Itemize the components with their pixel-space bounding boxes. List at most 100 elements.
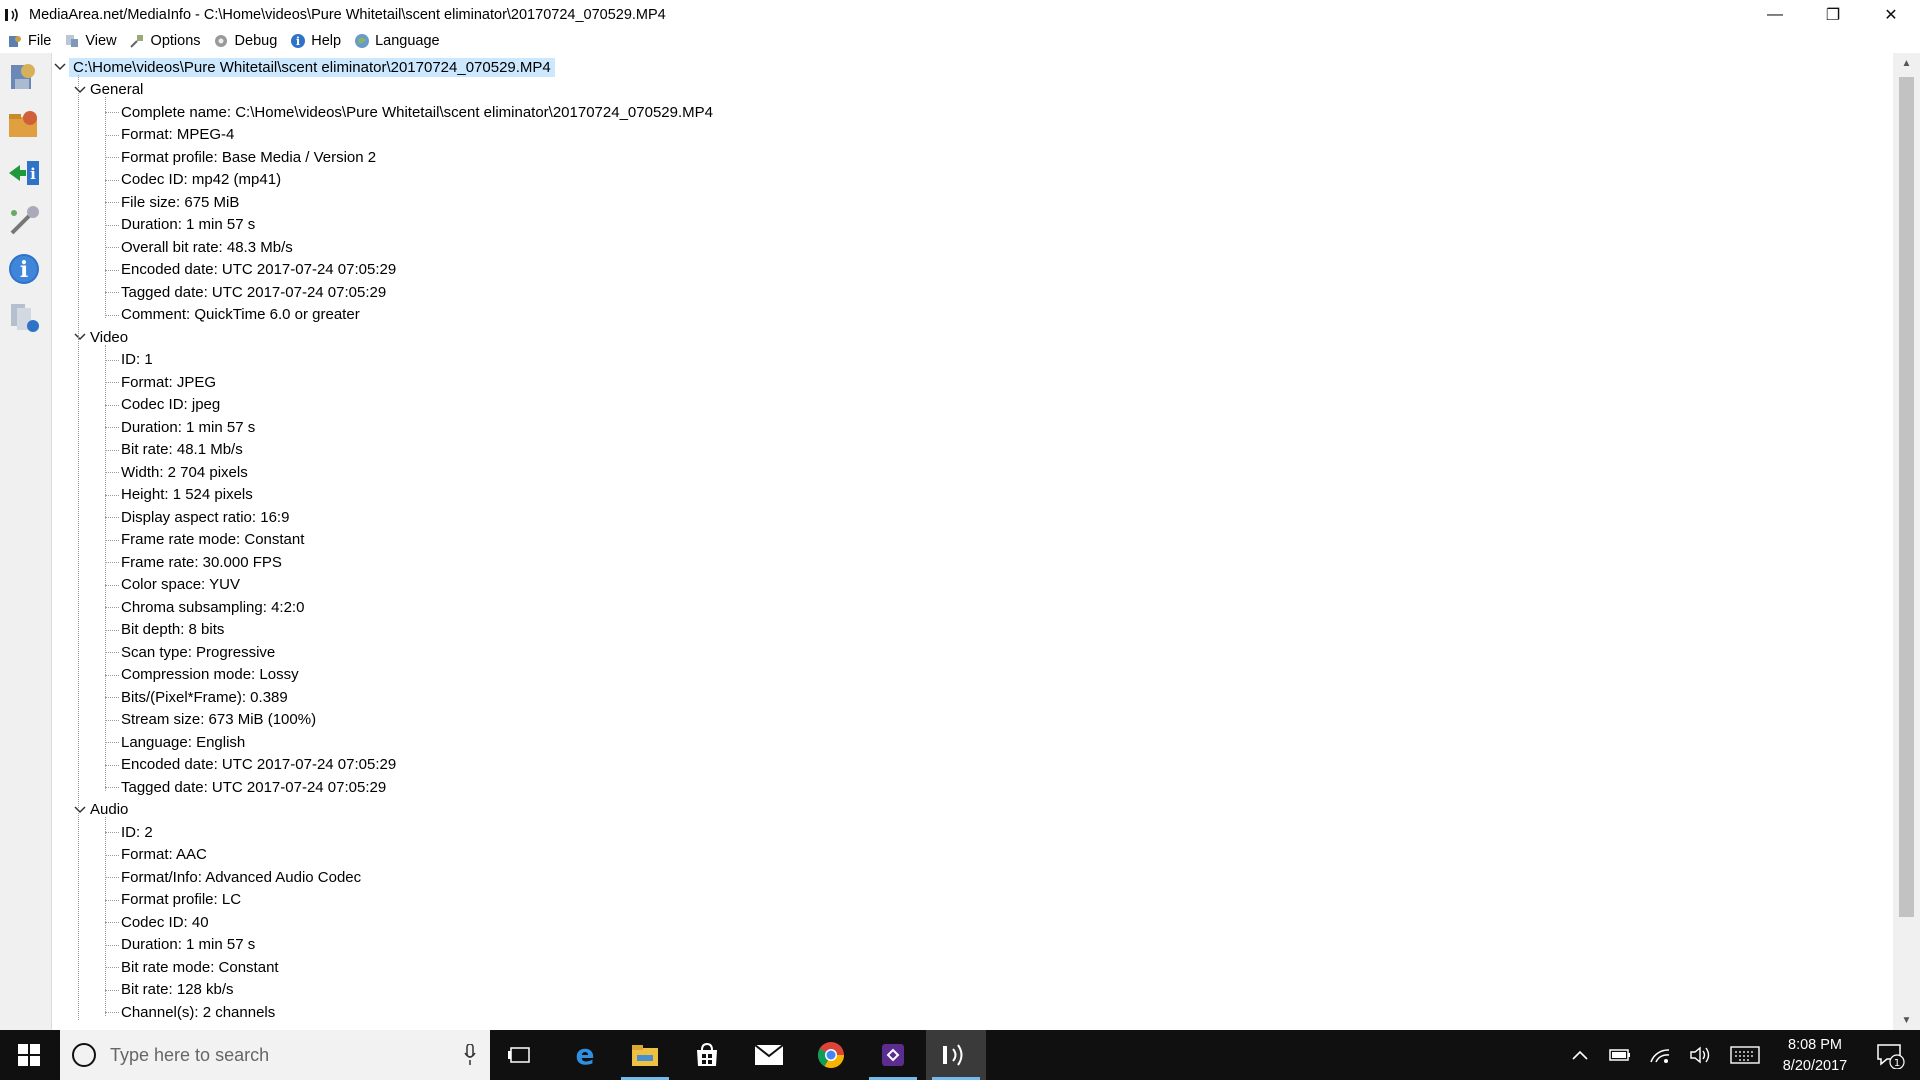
close-button[interactable]: ✕: [1862, 0, 1920, 29]
property-text: Duration: 1 min 57 s: [121, 936, 256, 953]
taskbar-search-box[interactable]: Type here to search: [60, 1030, 490, 1080]
property-row[interactable]: Width: 2 704 pixels: [121, 461, 248, 483]
menu-file[interactable]: File: [6, 33, 51, 50]
property-row[interactable]: Frame rate: 30.000 FPS: [121, 551, 282, 573]
start-button[interactable]: [0, 1030, 58, 1080]
property-text: Format: JPEG: [121, 373, 217, 391]
task-view-icon[interactable]: [490, 1030, 550, 1080]
property-row[interactable]: Codec ID: mp42 (mp41): [121, 169, 281, 191]
visual-studio-icon[interactable]: [863, 1030, 923, 1080]
preferences-tool-icon[interactable]: [4, 201, 44, 241]
minimize-button[interactable]: —: [1746, 0, 1804, 29]
export-tool-icon[interactable]: i: [4, 153, 44, 193]
tree-root-file[interactable]: C:\Home\videos\Pure Whitetail\scent elim…: [69, 56, 555, 78]
tree-connector: [105, 112, 119, 113]
property-text: Frame rate: 30.000 FPS: [121, 553, 282, 571]
property-row[interactable]: Compression mode: Lossy: [121, 664, 299, 686]
vertical-scrollbar[interactable]: ▲ ▼: [1893, 53, 1920, 1030]
property-row[interactable]: Bit rate: 128 kb/s: [121, 979, 234, 1001]
section-general[interactable]: General: [90, 79, 143, 101]
menu-debug[interactable]: Debug: [213, 33, 277, 50]
property-row[interactable]: Frame rate mode: Constant: [121, 529, 304, 551]
property-row[interactable]: Encoded date: UTC 2017-07-24 07:05:29: [121, 754, 396, 776]
property-row[interactable]: Duration: 1 min 57 s: [121, 416, 255, 438]
open-file-tool-icon[interactable]: [4, 57, 44, 97]
property-row[interactable]: Format: AAC: [121, 844, 207, 866]
property-row[interactable]: Codec ID: 40: [121, 911, 209, 933]
property-text: Bit rate: 48.1 Mb/s: [121, 441, 243, 458]
chrome-icon[interactable]: [801, 1030, 861, 1080]
property-row[interactable]: Channel(s): 2 channels: [121, 1001, 275, 1023]
taskbar-clock[interactable]: 8:08 PM 8/20/2017: [1765, 1035, 1865, 1077]
property-row[interactable]: Codec ID: jpeg: [121, 394, 220, 416]
property-row[interactable]: Format: MPEG-4: [121, 124, 234, 146]
action-center-icon[interactable]: 1: [1866, 1030, 1914, 1080]
mail-icon[interactable]: [739, 1030, 799, 1080]
property-row[interactable]: Complete name: C:\Home\videos\Pure White…: [121, 101, 713, 123]
tree-connector: [105, 404, 119, 406]
battery-icon[interactable]: [1604, 1030, 1636, 1080]
property-row[interactable]: Duration: 1 min 57 s: [121, 934, 255, 956]
property-row[interactable]: Chroma subsampling: 4:2:0: [121, 596, 304, 618]
property-row[interactable]: Format profile: LC: [121, 889, 241, 911]
microphone-icon[interactable]: [464, 1044, 476, 1066]
wifi-icon[interactable]: [1644, 1030, 1676, 1080]
options-icon: [129, 33, 146, 50]
property-row[interactable]: Stream size: 673 MiB (100%): [121, 709, 316, 731]
file-explorer-icon[interactable]: [615, 1030, 675, 1080]
edge-browser-icon[interactable]: e: [555, 1030, 615, 1080]
menu-help[interactable]: i Help: [289, 33, 341, 50]
volume-icon[interactable]: [1684, 1030, 1716, 1080]
property-row[interactable]: Tagged date: UTC 2017-07-24 07:05:29: [121, 776, 386, 798]
scroll-down-arrow-icon[interactable]: ▼: [1893, 1010, 1920, 1030]
tree-connector: [105, 674, 119, 676]
menu-language[interactable]: Language: [353, 33, 440, 50]
property-row[interactable]: Bit rate mode: Constant: [121, 956, 279, 978]
property-row[interactable]: Format: JPEG: [121, 371, 216, 393]
property-row[interactable]: Bits/(Pixel*Frame): 0.389: [121, 686, 288, 708]
tree-connector: [105, 629, 119, 631]
section-general-chevron-icon[interactable]: [73, 83, 87, 97]
property-row[interactable]: Encoded date: UTC 2017-07-24 07:05:29: [121, 259, 396, 281]
property-row[interactable]: Bit rate: 48.1 Mb/s: [121, 439, 243, 461]
property-row[interactable]: Overall bit rate: 48.3 Mb/s: [121, 236, 293, 258]
property-row[interactable]: Scan type: Progressive: [121, 641, 275, 663]
touch-keyboard-icon[interactable]: [1726, 1030, 1764, 1080]
property-row[interactable]: Display aspect ratio: 16:9: [121, 506, 289, 528]
section-video[interactable]: Video: [90, 326, 128, 348]
property-row[interactable]: Color space: YUV: [121, 574, 240, 596]
property-row[interactable]: Height: 1 524 pixels: [121, 484, 253, 506]
section-video-chevron-icon[interactable]: [73, 330, 87, 344]
info-tree-view[interactable]: C:\Home\videos\Pure Whitetail\scent elim…: [53, 53, 1893, 1030]
tree-connector: [105, 787, 119, 788]
store-icon[interactable]: [677, 1030, 737, 1080]
property-row[interactable]: Format profile: Base Media / Version 2: [121, 146, 376, 168]
property-text: Codec ID: mp42 (mp41): [121, 171, 282, 188]
property-row[interactable]: Tagged date: UTC 2017-07-24 07:05:29: [121, 281, 386, 303]
tree-connector: [105, 224, 119, 226]
property-row[interactable]: Duration: 1 min 57 s: [121, 214, 255, 236]
property-row[interactable]: Bit depth: 8 bits: [121, 619, 224, 641]
property-text: Bits/(Pixel*Frame): 0.389: [121, 688, 288, 706]
menu-view[interactable]: View: [63, 33, 117, 50]
property-row[interactable]: ID: 2: [121, 821, 153, 843]
restore-button[interactable]: ❐: [1804, 0, 1862, 29]
root-collapse-chevron-icon[interactable]: [53, 60, 67, 74]
property-text: Compression mode: Lossy: [121, 666, 299, 683]
property-row[interactable]: ID: 1: [121, 349, 153, 371]
knowledge-tool-icon[interactable]: [4, 297, 44, 337]
property-row[interactable]: File size: 675 MiB: [121, 191, 239, 213]
property-row[interactable]: Language: English: [121, 731, 245, 753]
section-audio-chevron-icon[interactable]: [73, 803, 87, 817]
open-folder-tool-icon[interactable]: [4, 105, 44, 145]
property-row[interactable]: Format/Info: Advanced Audio Codec: [121, 866, 361, 888]
section-audio[interactable]: Audio: [90, 799, 128, 821]
tree-connector: [105, 449, 119, 451]
menu-options[interactable]: Options: [129, 33, 201, 50]
scrollbar-thumb[interactable]: [1899, 77, 1914, 917]
about-tool-icon[interactable]: i: [4, 249, 44, 289]
mediainfo-taskbar-icon[interactable]: [926, 1030, 986, 1080]
property-row[interactable]: Comment: QuickTime 6.0 or greater: [121, 304, 360, 326]
scroll-up-arrow-icon[interactable]: ▲: [1893, 53, 1920, 73]
show-hidden-icons-chevron-icon[interactable]: [1566, 1030, 1594, 1080]
